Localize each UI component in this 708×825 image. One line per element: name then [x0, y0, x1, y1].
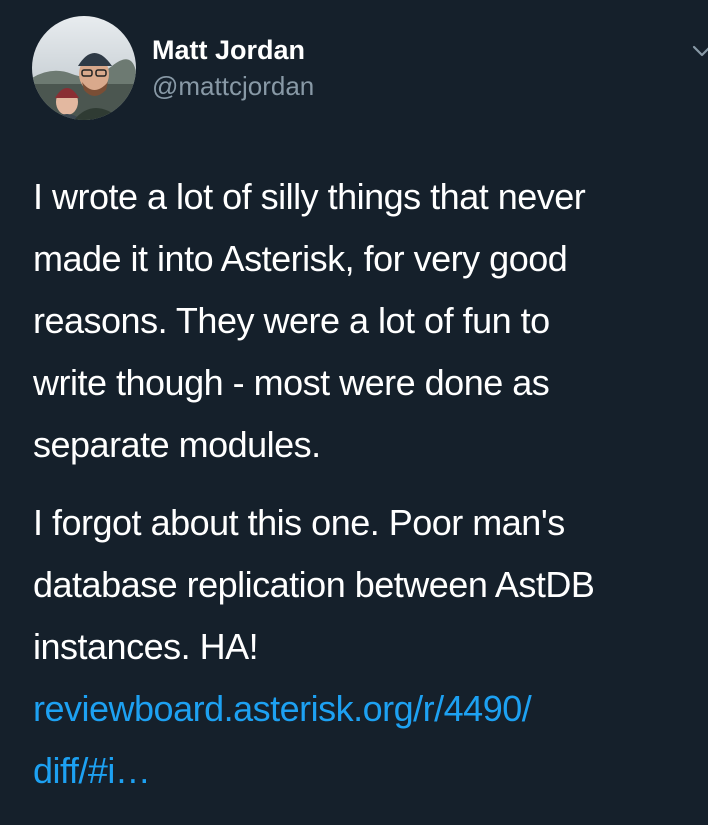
tweet-paragraph-1: I wrote a lot of silly things that never…: [33, 166, 708, 476]
tweet-line: instances. HA!: [33, 626, 259, 667]
tweet-link[interactable]: reviewboard.asterisk.org/r/4490/: [33, 678, 708, 740]
tweet-paragraph-2: I forgot about this one. Poor man's data…: [33, 492, 708, 802]
tweet-line: database replication between AstDB: [33, 564, 595, 605]
author-handle[interactable]: @mattcjordan: [152, 70, 314, 102]
tweet-line: reasons. They were a lot of fun to: [33, 300, 550, 341]
tweet-line: made it into Asterisk, for very good: [33, 238, 568, 279]
profile-photo-icon: [32, 16, 136, 120]
tweet-line: I wrote a lot of silly things that never: [33, 176, 586, 217]
tweet-line: write though - most were done as: [33, 362, 550, 403]
author-info[interactable]: Matt Jordan @mattcjordan: [152, 34, 314, 102]
tweet: Matt Jordan @mattcjordan I wrote a lot o…: [0, 0, 708, 825]
tweet-line: separate modules.: [33, 424, 321, 465]
tweet-text: I wrote a lot of silly things that never…: [33, 166, 708, 802]
chevron-down-icon[interactable]: [692, 44, 708, 58]
avatar[interactable]: [32, 16, 136, 120]
author-display-name[interactable]: Matt Jordan: [152, 34, 314, 66]
tweet-line: I forgot about this one. Poor man's: [33, 502, 565, 543]
tweet-link[interactable]: diff/#i…: [33, 740, 708, 802]
